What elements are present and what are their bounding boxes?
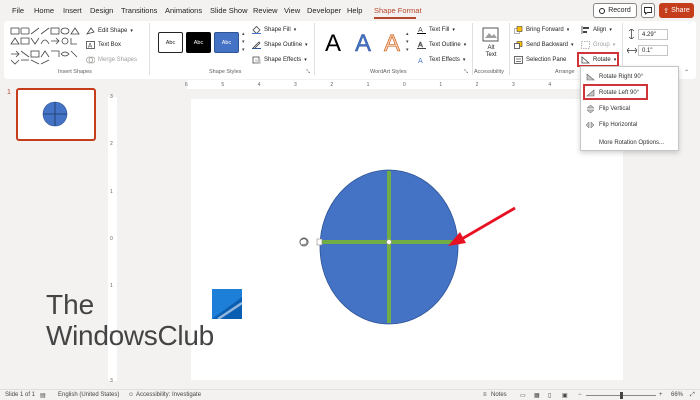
- spellcheck-icon[interactable]: ▤: [40, 392, 46, 399]
- zoom-in-button[interactable]: +: [659, 392, 663, 398]
- rotate-right-icon: [586, 73, 595, 81]
- rotation-handle-icon[interactable]: [299, 237, 309, 247]
- selection-handle-center[interactable]: [386, 239, 392, 245]
- rotate-left-highlight: [583, 84, 648, 100]
- red-arrow-annotation: [448, 206, 516, 246]
- accessibility-icon: ☺: [128, 392, 135, 398]
- menu-item-rotate-right-90[interactable]: Rotate Right 90°: [581, 70, 678, 84]
- normal-view-icon[interactable]: ▭: [520, 392, 526, 399]
- status-bar: Slide 1 of 1 ▤ English (United States) ☺…: [0, 389, 700, 400]
- zoom-slider-thumb[interactable]: [619, 392, 623, 399]
- windows-logo-icon: [212, 289, 242, 319]
- notes-button[interactable]: Notes: [491, 392, 507, 398]
- watermark-text-line2: WindowsClub: [46, 320, 214, 351]
- accessibility-status[interactable]: Accessibility: Investigate: [136, 392, 201, 398]
- menu-item-label: Flip Horizontal: [599, 122, 638, 128]
- notes-icon: ≡: [483, 392, 487, 398]
- menu-item-label: Flip Vertical: [599, 106, 631, 112]
- menu-item-more-rotation-options[interactable]: More Rotation Options...: [581, 136, 678, 150]
- menu-item-flip-vertical[interactable]: Flip Vertical: [581, 102, 678, 116]
- selection-handle-left[interactable]: [316, 238, 323, 246]
- language-status[interactable]: English (United States): [58, 392, 119, 398]
- slide-count-status: Slide 1 of 1: [5, 392, 36, 398]
- zoom-level[interactable]: 66%: [671, 392, 683, 398]
- slideshow-view-icon[interactable]: ▣: [562, 392, 568, 399]
- watermark-text-line1: The: [46, 289, 95, 320]
- menu-item-flip-horizontal[interactable]: Flip Horizontal: [581, 118, 678, 132]
- menu-item-label: More Rotation Options...: [599, 140, 665, 146]
- rotate-dropdown-menu: Rotate Right 90° Rotate Left 90° Flip Ve…: [580, 66, 679, 151]
- flip-vertical-icon: [586, 105, 595, 113]
- reading-view-icon[interactable]: ▯: [548, 392, 551, 399]
- slide-sorter-icon[interactable]: ▦: [534, 392, 540, 399]
- menu-item-label: Rotate Right 90°: [599, 74, 644, 80]
- fit-to-window-icon[interactable]: ⤢: [690, 392, 695, 399]
- zoom-out-button[interactable]: −: [578, 392, 582, 398]
- flip-horizontal-icon: [586, 121, 595, 129]
